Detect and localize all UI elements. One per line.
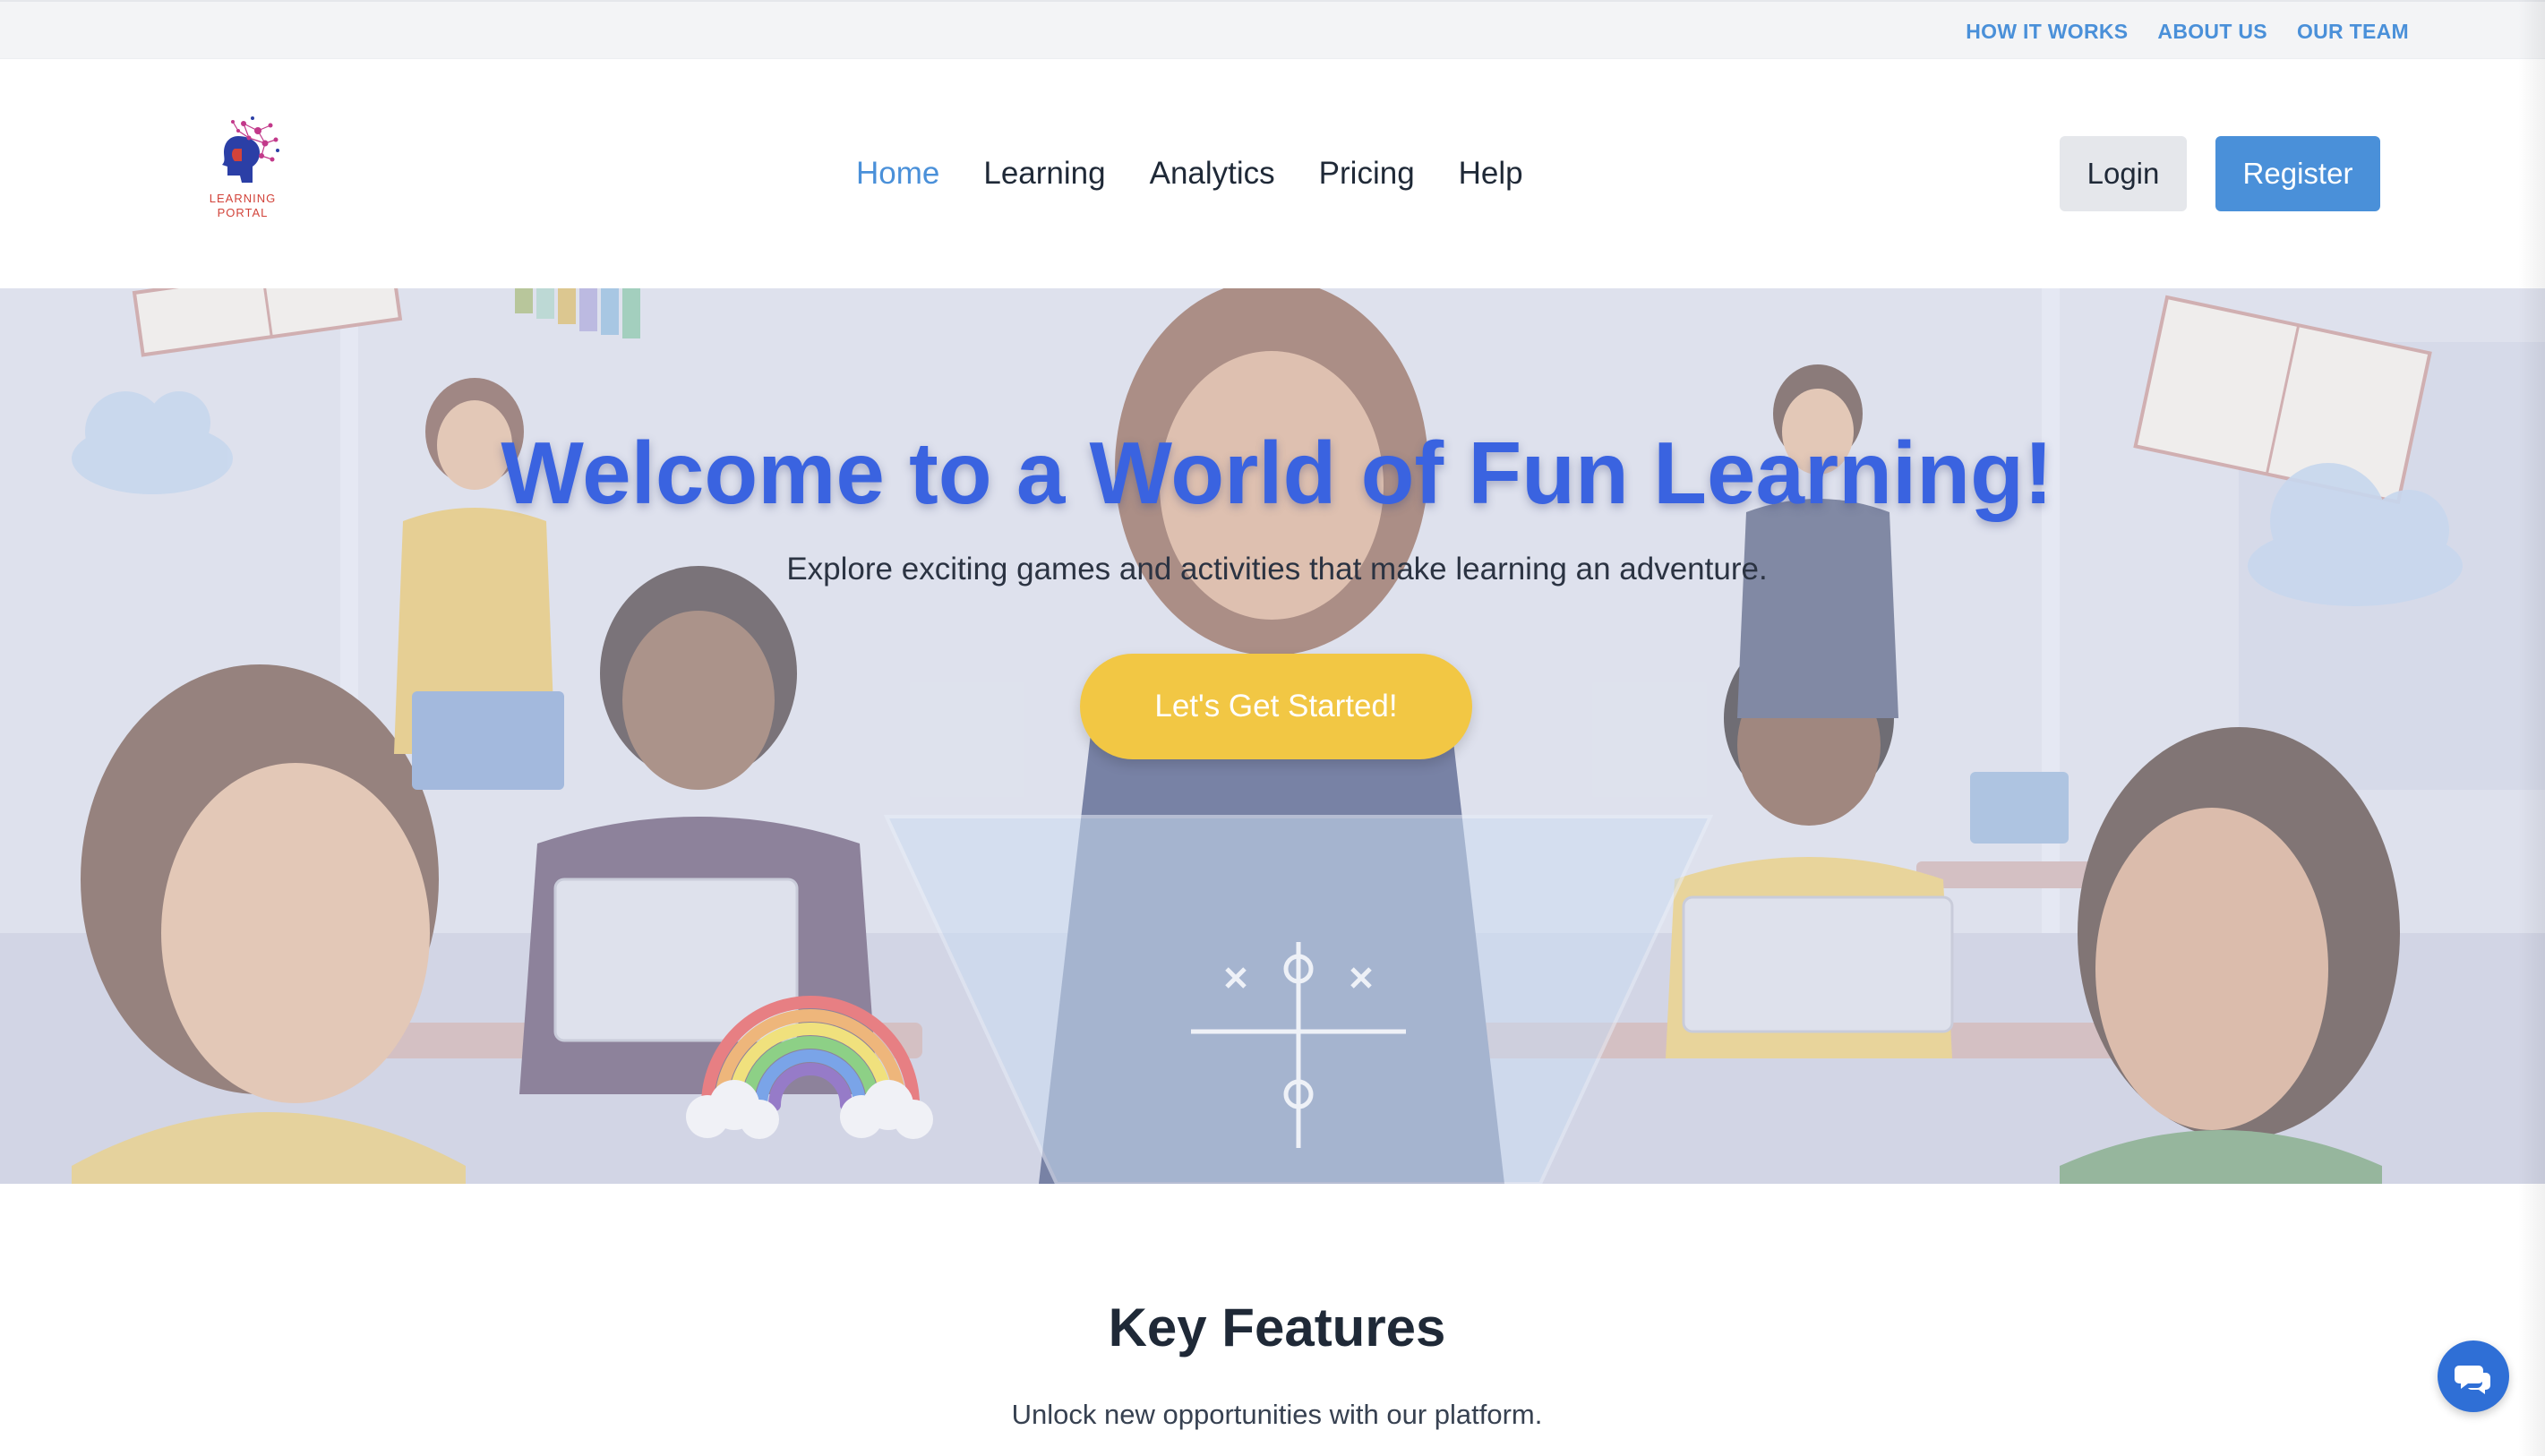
login-button[interactable]: Login [2060,136,2187,211]
brain-head-icon [222,116,279,183]
logo-text-line2: PORTAL [217,206,269,219]
hero-section: Welcome to a World of Fun Learning! Expl… [0,288,2545,1184]
chat-bubbles-icon [2455,1366,2490,1394]
main-nav: Home Learning Analytics Pricing Help [856,59,1523,288]
features-subtitle: Unlock new opportunities with our platfo… [1011,1399,1543,1430]
nav-analytics[interactable]: Analytics [1150,156,1275,192]
chat-button[interactable] [2438,1340,2509,1412]
logo-text-line1: LEARNING [209,192,277,205]
nav-learning[interactable]: Learning [983,156,1105,192]
logo-text: LEARNING PORTAL [202,192,283,220]
utility-nav: HOW IT WORKS ABOUT US OUR TEAM [1966,2,2409,61]
site-logo[interactable]: LEARNING PORTAL [202,113,283,229]
get-started-button[interactable]: Let's Get Started! [1080,654,1472,759]
hero-title: Welcome to a World of Fun Learning! [501,424,2053,522]
main-header: LEARNING PORTAL Home Learning Analytics … [0,59,2545,288]
register-button[interactable]: Register [2215,136,2380,211]
how-it-works-link[interactable]: HOW IT WORKS [1966,20,2128,44]
hero-subtitle: Explore exciting games and activities th… [786,552,1768,587]
top-utility-bar: HOW IT WORKS ABOUT US OUR TEAM [0,0,2545,59]
scroll-edge [2518,0,2545,1456]
nav-pricing[interactable]: Pricing [1319,156,1415,192]
our-team-link[interactable]: OUR TEAM [2297,20,2409,44]
about-us-link[interactable]: ABOUT US [2157,20,2267,44]
nav-help[interactable]: Help [1459,156,1523,192]
features-title: Key Features [1108,1298,1446,1358]
nav-home[interactable]: Home [856,156,939,192]
